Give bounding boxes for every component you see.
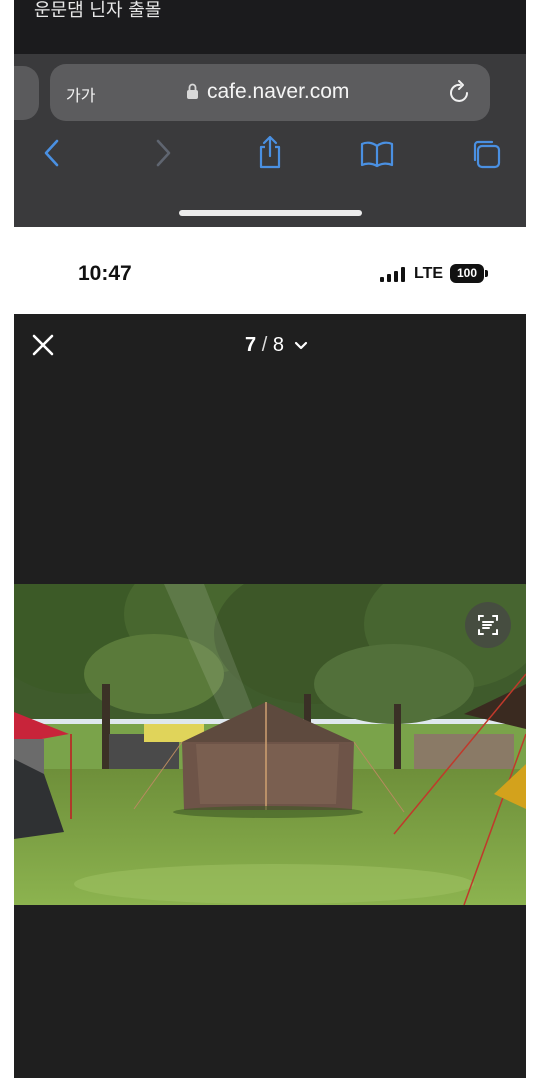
status-bar: 10:47 LTE 100 <box>0 227 539 314</box>
signal-icon <box>380 267 405 282</box>
camping-photo[interactable] <box>14 584 526 905</box>
battery-tip <box>485 270 488 277</box>
previous-tab-preview[interactable] <box>14 66 39 120</box>
tabs-icon[interactable] <box>470 138 502 170</box>
status-time: 10:47 <box>78 262 132 285</box>
live-text-button[interactable] <box>465 602 511 648</box>
text-size-button[interactable]: 가가 <box>66 82 95 106</box>
back-icon[interactable] <box>42 138 62 168</box>
page-counter[interactable]: 7 / 8 <box>245 334 308 357</box>
current-page: 7 <box>245 334 257 356</box>
forward-icon[interactable] <box>153 138 173 168</box>
photo-viewer: 7 / 8 <box>14 314 526 1078</box>
home-indicator <box>179 210 362 216</box>
lock-icon <box>187 83 198 99</box>
page-title-strip: 운문댐 닌자 출몰 <box>14 0 526 54</box>
battery-level: 100 <box>456 266 478 280</box>
safari-toolbar: 가가 cafe.naver.com <box>14 54 526 227</box>
battery-icon: 100 <box>450 264 484 283</box>
page-title: 운문댐 닌자 출몰 <box>34 0 162 21</box>
reload-icon[interactable] <box>448 79 472 105</box>
bookmarks-icon[interactable] <box>360 140 394 168</box>
share-icon[interactable] <box>256 134 284 170</box>
live-text-icon <box>478 615 498 635</box>
browser-screenshot: 운문댐 닌자 출몰 가가 cafe.naver.com <box>14 0 526 227</box>
network-type: LTE <box>414 265 444 282</box>
url-text[interactable]: cafe.naver.com <box>207 80 349 104</box>
page-separator: / <box>261 334 268 356</box>
address-bar[interactable]: 가가 cafe.naver.com <box>50 64 490 121</box>
close-icon[interactable] <box>30 332 56 358</box>
chevron-down-icon <box>294 341 307 349</box>
total-pages: 8 <box>272 334 284 356</box>
